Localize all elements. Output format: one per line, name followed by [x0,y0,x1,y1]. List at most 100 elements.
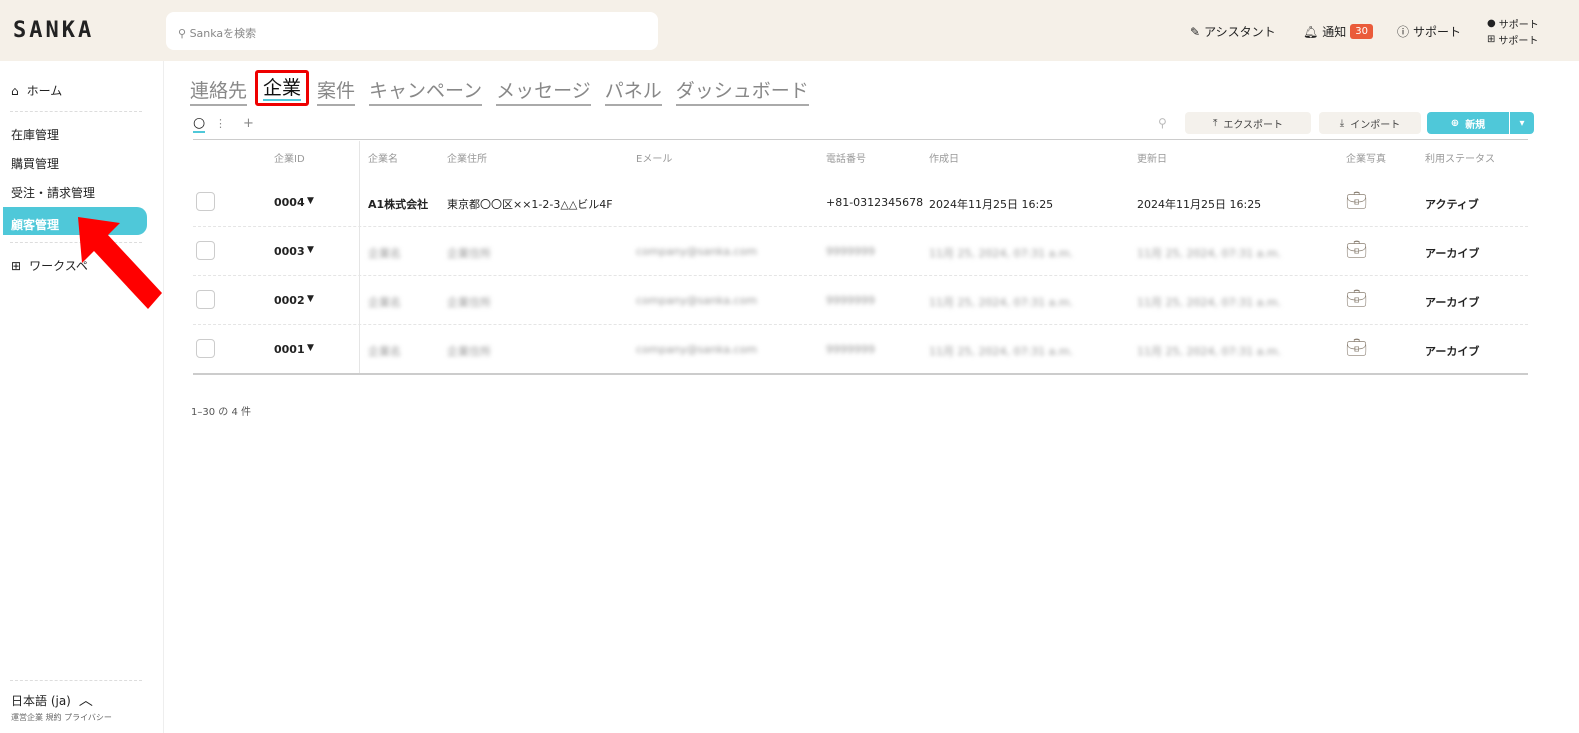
tab-0[interactable]: 連絡先 [190,76,248,106]
user-menu[interactable]: ● サポート [1487,16,1539,31]
cell-name[interactable]: 企業名 [368,343,401,359]
column-header[interactable]: Eメール [636,150,672,165]
cell-name[interactable]: A1株式会社 [368,196,428,212]
column-header[interactable]: 企業住所 [447,150,487,165]
cell-id[interactable]: 0001 [274,343,305,356]
view-circle-icon[interactable]: ○ [193,115,206,133]
column-header[interactable]: 利用ステータス [1425,150,1495,165]
sidebar: ⌂ ホーム 在庫管理 購買管理 受注・請求管理 顧客管理 ⊞ ワークスペ 日本語 (… [0,61,164,733]
tab-1[interactable]: 企業 [255,70,310,106]
workspace-name: サポート [1498,36,1539,47]
row-checkbox[interactable] [196,241,215,260]
column-header[interactable]: 作成日 [929,150,959,165]
plus-circle-icon: ⊕ [1450,117,1460,129]
cell-updated: 2024年11月25日 16:25 [1137,198,1262,211]
export-button[interactable]: ⤒ エクスポート [1185,112,1311,134]
user-icon: ● [1487,18,1496,29]
cell-address: 企業住所 [447,247,491,260]
assistant-button[interactable]: ✎ アシスタント [1190,23,1276,40]
search-placeholder: Sankaを検索 [189,27,257,40]
upload-icon: ⤒ [1212,117,1218,129]
column-header[interactable]: 企業ID [274,150,305,165]
import-button[interactable]: ⤓ インポート [1319,112,1421,134]
row-checkbox[interactable] [196,339,215,358]
table-search-icon[interactable]: ⚲ [1158,116,1167,130]
cell-name[interactable]: 企業名 [368,294,401,310]
row-checkbox[interactable] [196,290,215,309]
notifications-button[interactable]: 🔔︎ 通知 30 [1303,23,1373,40]
table-row[interactable]: 0002 ▼ 企業名 企業住所 company@sanka.com 9999999 11月 … [193,276,1528,325]
tab-label: 企業 [263,77,302,101]
table-row[interactable]: 0001 ▼ 企業名 企業住所 company@sanka.com 9999999 11月 … [193,325,1528,374]
top-header: SANKA ⚲ Sankaを検索 ✎ アシスタント 🔔︎ 通知 30 ⓘ サポート ● サ… [0,0,1579,61]
tab-3[interactable]: キャンペーン [369,76,483,106]
row-checkbox[interactable] [196,192,215,211]
new-label: 新規 [1465,119,1486,131]
cell-name[interactable]: 企業名 [368,245,401,261]
workspace-menu[interactable]: ⊞ サポート [1487,32,1538,47]
tab-label: 連絡先 [190,80,248,102]
cell-updated: 11月 25, 2024, 07:31 a.m. [1137,345,1282,358]
more-vertical-icon[interactable]: ⋮ [215,117,226,130]
cell-created: 11月 25, 2024, 07:31 a.m. [929,296,1074,309]
column-header[interactable]: 更新日 [1137,150,1167,165]
search-input[interactable]: ⚲ Sankaを検索 [166,12,658,50]
tab-4[interactable]: メッセージ [496,76,591,106]
company-photo-icon: 💼︎ [1346,191,1368,211]
module-tabs: 連絡先 企業 案件 キャンペーン メッセージ パネル ダッシュボード [190,70,809,106]
company-photo-icon: 💼︎ [1346,338,1368,358]
cell-status: アーカイブ [1425,345,1480,358]
cell-created: 2024年11月25日 16:25 [929,198,1054,211]
chevron-up-icon: ︿ [78,693,93,709]
building-icon: ⊞ [1487,34,1496,45]
cell-id[interactable]: 0004 [274,196,305,209]
footer-links[interactable]: 運営企業 規約 プライバシー [11,712,112,723]
notification-badge: 30 [1350,24,1373,39]
add-view-button[interactable]: + [243,116,254,131]
cell-created: 11月 25, 2024, 07:31 a.m. [929,345,1074,358]
cell-email: company@sanka.com [636,343,758,356]
table-row[interactable]: 0004 ▼ A1株式会社 東京都〇〇区××1-2-3△△ビル4F +81-031234… [193,178,1528,227]
sidebar-item-home[interactable]: ⌂ ホーム [11,82,62,99]
cell-status: アーカイブ [1425,296,1480,309]
divider [10,111,142,112]
tab-label: 案件 [317,80,356,102]
divider [10,680,142,681]
sanka-logo[interactable]: SANKA [13,18,94,43]
column-header[interactable]: 企業写真 [1346,150,1386,165]
language-selector[interactable]: 日本語 (ja) ︿ [11,690,93,710]
table-row[interactable]: 0003 ▼ 企業名 企業住所 company@sanka.com 9999999 11月 … [193,227,1528,276]
home-label: ホーム [26,84,63,98]
sidebar-item-inventory[interactable]: 在庫管理 [11,126,59,143]
export-label: エクスポート [1223,119,1284,131]
tab-2[interactable]: 案件 [317,76,356,106]
sidebar-item-orders[interactable]: 受注・請求管理 [11,184,95,201]
cell-address: 企業住所 [447,345,491,358]
tab-5[interactable]: パネル [604,76,662,106]
cell-id[interactable]: 0003 [274,245,305,258]
tab-label: パネル [604,80,662,102]
home-icon: ⌂ [11,83,19,98]
notifications-label: 通知 [1322,25,1347,39]
column-header[interactable]: 企業名 [368,150,398,165]
support-button[interactable]: ⓘ サポート [1397,23,1461,40]
sidebar-item-purchasing[interactable]: 購買管理 [11,155,59,172]
new-dropdown-button[interactable]: ▾ [1510,112,1534,134]
search-icon: ⚲ [178,27,190,40]
cell-status: アーカイブ [1425,247,1480,260]
caret-down-icon[interactable]: ▼ [307,343,314,353]
tab-6[interactable]: ダッシュボード [675,76,809,106]
column-header[interactable]: 電話番号 [826,150,866,165]
help-icon: ⓘ [1397,25,1410,39]
caret-down-icon[interactable]: ▼ [307,245,314,255]
assistant-label: アシスタント [1204,25,1276,39]
new-button[interactable]: ⊕ 新規 [1427,112,1509,134]
caret-down-icon[interactable]: ▼ [307,294,314,304]
cell-id[interactable]: 0002 [274,294,305,307]
cell-phone: 9999999 [826,245,875,258]
caret-down-icon: ▾ [1519,117,1525,129]
tab-label: メッセージ [496,80,591,102]
tab-label: キャンペーン [369,80,483,102]
import-label: インポート [1350,119,1401,131]
caret-down-icon[interactable]: ▼ [307,196,314,206]
